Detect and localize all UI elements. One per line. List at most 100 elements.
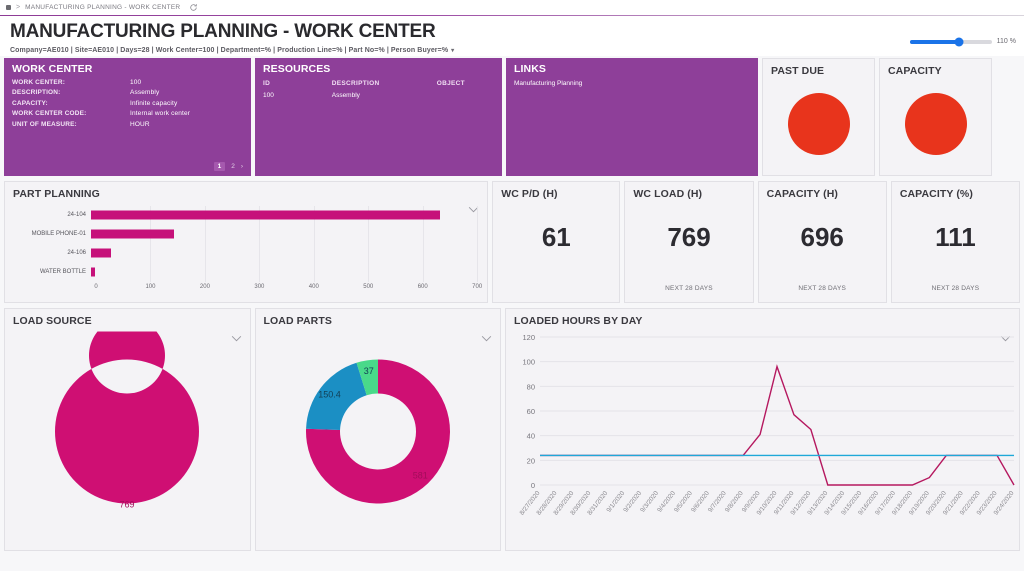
kpi-card-wc-pd: WC P/D (H) 61 (492, 181, 620, 303)
link-manufacturing-planning[interactable]: Manufacturing Planning (506, 75, 758, 87)
kpi-subtitle: NEXT 28 DAYS (892, 285, 1019, 292)
bar-row: WATER BOTTLE (15, 263, 477, 282)
donut-segment-label: 150.4 (318, 390, 341, 400)
kpi-card-wc-load: WC LOAD (H) 769 NEXT 28 DAYS (624, 181, 753, 303)
links-title: LINKS (506, 58, 758, 75)
gridline (477, 206, 478, 282)
detail-row: DESCRIPTION: Assembly (12, 89, 243, 96)
axis-tick-label: 120 (523, 333, 536, 342)
detail-label: CAPACITY: (12, 100, 130, 107)
work-center-card: WORK CENTER WORK CENTER: 100 DESCRIPTION… (4, 58, 251, 176)
detail-row: UNIT OF MEASURE: HOUR (12, 121, 243, 128)
bar-label: 24-106 (15, 250, 91, 256)
table-row[interactable]: 100 Assembly (263, 92, 494, 99)
bar[interactable] (91, 268, 95, 277)
page-2-button[interactable]: 2 (231, 163, 235, 170)
resources-table: ID DESCRIPTION OBJECT 100 Assembly (255, 75, 502, 99)
detail-row: WORK CENTER CODE: Internal work center (12, 110, 243, 117)
capacity-status-indicator (905, 93, 967, 155)
past-due-status-indicator (788, 93, 850, 155)
kpi-title: WC LOAD (H) (625, 182, 752, 200)
zoom-slider[interactable] (910, 40, 992, 44)
work-center-details: WORK CENTER: 100 DESCRIPTION: Assembly C… (4, 75, 251, 128)
loaded-hours-title: LOADED HOURS BY DAY (506, 309, 1019, 327)
filter-summary[interactable]: Company=AE010 | Site=AE010 | Days=28 | W… (10, 47, 1014, 54)
part-planning-title: PART PLANNING (5, 182, 487, 200)
cell-object (437, 92, 494, 99)
zoom-slider-knob[interactable] (954, 37, 963, 46)
detail-label: DESCRIPTION: (12, 89, 130, 96)
load-source-card: LOAD SOURCE 769 (4, 308, 251, 551)
chevron-down-icon[interactable] (481, 335, 492, 344)
bar-track (91, 263, 477, 282)
table-header-row: ID DESCRIPTION OBJECT (263, 80, 494, 87)
page-1-button[interactable]: 1 (214, 162, 226, 171)
resources-card: RESOURCES ID DESCRIPTION OBJECT 100 Asse… (255, 58, 502, 176)
kpi-value: 696 (759, 222, 886, 253)
links-card: LINKS Manufacturing Planning (506, 58, 758, 176)
bar-row: MOBILE PHONE-01 (15, 225, 477, 244)
detail-label: WORK CENTER CODE: (12, 110, 130, 117)
axis-tick-label: 700 (472, 284, 482, 290)
axis-tick-label: 80 (527, 382, 535, 391)
line-series[interactable] (540, 366, 1014, 484)
column-header-id: ID (263, 80, 332, 87)
donut-segment-label: 581 (413, 471, 428, 481)
loaded-hours-chart: 0204060801001208/27/20208/28/20208/29/20… (506, 327, 1019, 550)
detail-value: Internal work center (130, 110, 190, 117)
detail-row: CAPACITY: Infinite capacity (12, 100, 243, 107)
column-header-object: OBJECT (437, 80, 494, 87)
axis-tick-label: 0 (94, 284, 97, 290)
axis-tick-label: 400 (309, 284, 319, 290)
chevron-down-icon[interactable]: ▾ (451, 47, 454, 54)
next-page-button[interactable]: › (241, 163, 243, 170)
dashboard-row-1: WORK CENTER WORK CENTER: 100 DESCRIPTION… (0, 58, 1024, 176)
dashboard-row-2: PART PLANNING 24-104 MOBILE PHONE-01 24-10… (0, 181, 1024, 303)
page-header: MANUFACTURING PLANNING - WORK CENTER Com… (0, 16, 1024, 56)
dashboard-row-3: LOAD SOURCE 769 LOAD PARTS 581150.437 LO… (0, 308, 1024, 551)
detail-value: Infinite capacity (130, 100, 177, 107)
bar-label: 24-104 (15, 212, 91, 218)
donut-segment[interactable] (55, 332, 199, 504)
load-source-title: LOAD SOURCE (5, 309, 250, 327)
kpi-subtitle: NEXT 28 DAYS (625, 285, 752, 292)
bar-row: 24-106 (15, 244, 477, 263)
breadcrumb-label[interactable]: MANUFACTURING PLANNING - WORK CENTER (25, 4, 180, 11)
part-planning-card: PART PLANNING 24-104 MOBILE PHONE-01 24-10… (4, 181, 488, 303)
bar-track (91, 225, 477, 244)
kpi-value: 111 (892, 222, 1019, 253)
axis-tick-label: 600 (418, 284, 428, 290)
column-header-description: DESCRIPTION (332, 80, 437, 87)
kpi-title: WC P/D (H) (493, 182, 619, 200)
bar-label: WATER BOTTLE (15, 269, 91, 275)
kpi-value: 769 (625, 222, 752, 253)
donut-segment-label: 769 (120, 500, 135, 510)
bar[interactable] (91, 249, 111, 258)
chevron-down-icon[interactable] (231, 335, 242, 344)
app-dot-icon (6, 5, 11, 10)
loaded-hours-card: LOADED HOURS BY DAY 0204060801001208/27/… (505, 308, 1020, 551)
axis-tick-label: 60 (527, 407, 535, 416)
axis-tick-label: 500 (363, 284, 373, 290)
bar[interactable] (91, 211, 440, 220)
axis-tick-label: 20 (527, 456, 535, 465)
detail-row: WORK CENTER: 100 (12, 79, 243, 86)
capacity-status-title: CAPACITY (880, 59, 991, 77)
detail-value: HOUR (130, 121, 150, 128)
bar-row: 24-104 (15, 206, 477, 225)
detail-label: UNIT OF MEASURE: (12, 121, 130, 128)
bar-label: MOBILE PHONE-01 (15, 231, 91, 237)
zoom-control[interactable]: 110 % (910, 38, 1016, 45)
cell-description: Assembly (332, 92, 437, 99)
chart-x-axis: 0100200300400500600700 (96, 284, 477, 298)
part-planning-chart: 24-104MOBILE PHONE-0124-106WATER BOTTLE … (15, 206, 477, 303)
zoom-slider-fill (910, 40, 959, 44)
page-title: MANUFACTURING PLANNING - WORK CENTER (10, 22, 1014, 43)
cell-id: 100 (263, 92, 332, 99)
refresh-icon[interactable] (189, 3, 198, 12)
bar[interactable] (91, 230, 174, 239)
work-center-pagination[interactable]: 1 2 › (214, 162, 243, 171)
axis-tick-label: 300 (254, 284, 264, 290)
axis-tick-label: 100 (523, 358, 536, 367)
donut-segment-label: 37 (364, 366, 374, 376)
